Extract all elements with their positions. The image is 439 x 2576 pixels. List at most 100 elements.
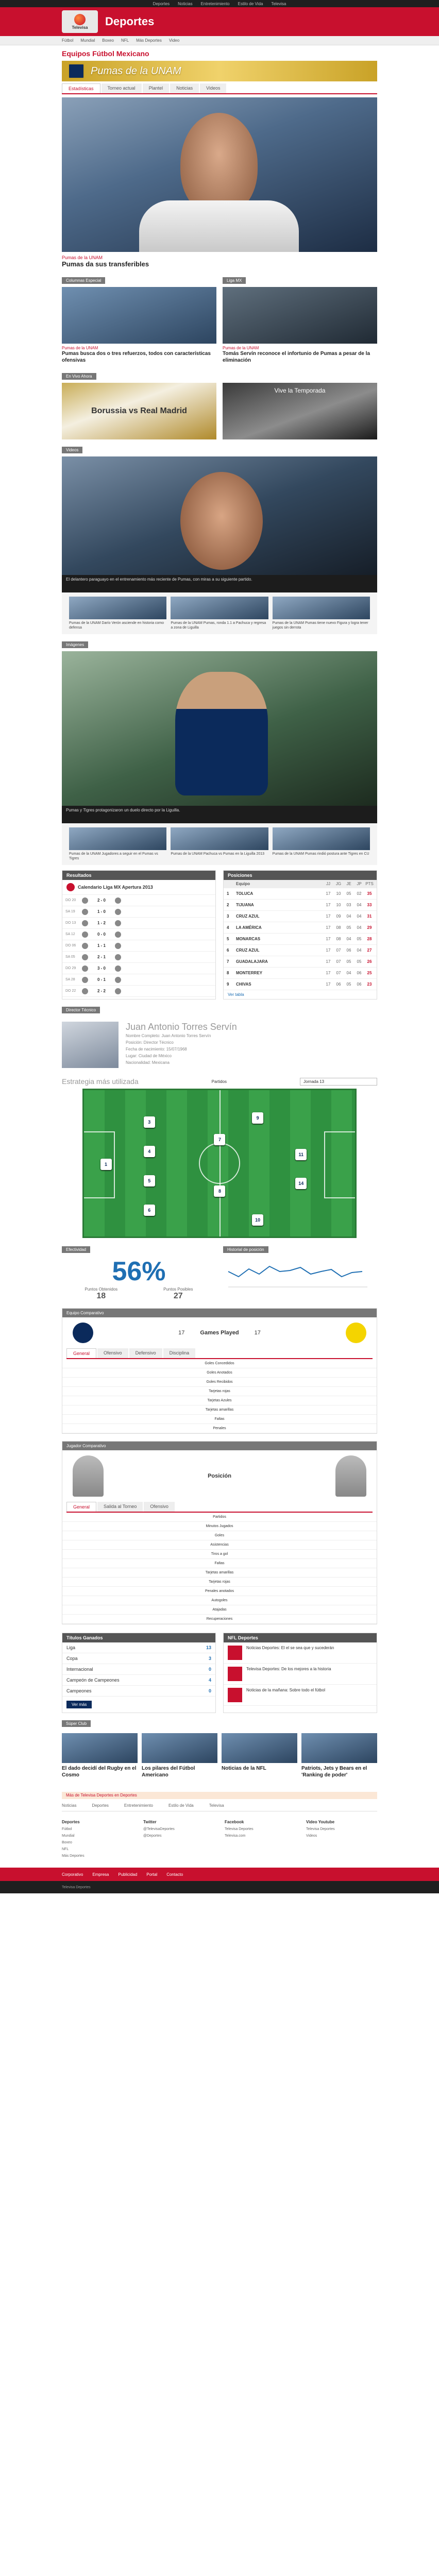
- standings-row[interactable]: 3 CRUZ AZUL 17 09 04 04 31: [224, 911, 377, 922]
- player-marker[interactable]: 11: [295, 1148, 307, 1160]
- tab-offensive[interactable]: Ofensivo: [97, 1348, 128, 1358]
- video-thumb[interactable]: Pumas de la UNAM Pumas, ronda 1.1 a Pach…: [171, 597, 268, 630]
- player-marker[interactable]: 3: [143, 1116, 155, 1128]
- standings-row[interactable]: 2 TIJUANA 17 10 03 04 33: [224, 900, 377, 911]
- tab-roster[interactable]: Plantel: [142, 83, 170, 93]
- news-item[interactable]: Televisa Deportes: De los mejores a la h…: [224, 1664, 377, 1685]
- matchday-select[interactable]: Jornada 13: [300, 1077, 377, 1086]
- footer-link[interactable]: Televisa Deportes: [225, 1827, 254, 1831]
- top-link[interactable]: Entretenimiento: [201, 2, 230, 6]
- player-marker[interactable]: 1: [100, 1159, 112, 1171]
- america-crest[interactable]: [346, 1323, 366, 1343]
- video-player[interactable]: [62, 456, 377, 575]
- tab-tournament[interactable]: Torneo actual: [101, 83, 142, 93]
- footer-link[interactable]: NFL: [62, 1848, 69, 1851]
- news-item[interactable]: Noticias de la mañana: Sobre todo el fút…: [224, 1685, 377, 1706]
- promo-banner[interactable]: Borussia vs Real Madrid: [62, 383, 216, 439]
- top-link[interactable]: Deportes: [153, 2, 170, 6]
- story-section[interactable]: Pumas de la UNAM: [62, 255, 377, 260]
- nav-item[interactable]: Mundial: [80, 38, 95, 43]
- footer-link[interactable]: Televisa Deportes: [306, 1827, 335, 1831]
- video-thumb[interactable]: Pumas de la UNAM Pumas tiene nuevo Figur…: [272, 597, 370, 630]
- match-row[interactable]: DO 22 2 - 2: [62, 986, 215, 997]
- standings-row[interactable]: 9 CHIVAS 17 06 05 06 23: [224, 979, 377, 990]
- match-row[interactable]: DO 06 1 - 1: [62, 940, 215, 952]
- story-section[interactable]: Pumas de la UNAM: [223, 346, 377, 350]
- standings-row[interactable]: 1 TOLUCA 17 10 05 02 35: [224, 888, 377, 900]
- full-table-link[interactable]: Ver tabla: [224, 990, 377, 999]
- nav-item[interactable]: NFL: [121, 38, 129, 43]
- standings-row[interactable]: 7 GUADALAJARA 17 07 05 05 26: [224, 956, 377, 968]
- player-marker[interactable]: 9: [252, 1112, 264, 1124]
- footer-link[interactable]: Corporativo: [62, 1872, 83, 1877]
- nav-item[interactable]: Fútbol: [62, 38, 73, 43]
- video-thumb[interactable]: Pumas de la UNAM Darío Verón asciende en…: [69, 597, 167, 630]
- standings-row[interactable]: 5 MONARCAS 17 08 04 05 28: [224, 934, 377, 945]
- televisa-logo[interactable]: Televisa: [62, 10, 98, 33]
- match-row[interactable]: SA 19 1 - 0: [62, 906, 215, 918]
- story-image[interactable]: [223, 287, 377, 344]
- standings-row[interactable]: 8 MONTERREY 17 07 04 06 25: [224, 968, 377, 979]
- player-marker[interactable]: 4: [143, 1145, 155, 1157]
- footer-link[interactable]: @Deportes: [143, 1834, 162, 1838]
- top-link[interactable]: Noticias: [178, 2, 192, 6]
- footer-link[interactable]: Televisa.com: [225, 1834, 245, 1838]
- tab-discipline[interactable]: Disciplina: [163, 1348, 196, 1358]
- top-link[interactable]: Estilo de Vida: [238, 2, 263, 6]
- nav-item[interactable]: Más Deportes: [136, 38, 162, 43]
- match-row[interactable]: SA 05 2 - 1: [62, 952, 215, 963]
- footer-link[interactable]: Fútbol: [62, 1827, 72, 1831]
- story-image[interactable]: [62, 287, 216, 344]
- player-silhouette[interactable]: [335, 1455, 366, 1497]
- match-row[interactable]: DO 13 1 - 2: [62, 918, 215, 929]
- super-item[interactable]: Los pilares del Fútbol Americano: [142, 1733, 217, 1785]
- story-headline[interactable]: Pumas busca dos o tres refuerzos, todos …: [62, 350, 216, 364]
- super-item[interactable]: Noticias de la NFL: [222, 1733, 297, 1785]
- match-row[interactable]: SA 28 0 - 1: [62, 974, 215, 986]
- gallery-thumb[interactable]: Pumas de la UNAM Pachuca vs Pumas en la …: [171, 827, 268, 861]
- tab-stats[interactable]: Estadísticas: [62, 83, 100, 93]
- player-marker[interactable]: 6: [143, 1204, 155, 1216]
- story-headline[interactable]: Tomás Servín reconoce el infortunio de P…: [223, 350, 377, 364]
- gallery-thumb[interactable]: Pumas de la UNAM Jugadores a seguir en e…: [69, 827, 167, 861]
- gallery-main[interactable]: [62, 651, 377, 806]
- player-marker[interactable]: 8: [214, 1185, 226, 1197]
- story-headline[interactable]: Pumas da sus transferibles: [62, 260, 377, 268]
- footer-link[interactable]: Mundial: [62, 1834, 75, 1838]
- player-marker[interactable]: 14: [295, 1178, 307, 1190]
- nav-item[interactable]: Video: [169, 38, 179, 43]
- footer-link[interactable]: Empresa: [92, 1872, 109, 1877]
- footer-link[interactable]: Portal: [146, 1872, 157, 1877]
- footer-link[interactable]: Boxeo: [62, 1841, 72, 1844]
- footer-nav-item[interactable]: Deportes: [92, 1803, 108, 1808]
- tab-general[interactable]: General: [66, 1348, 97, 1358]
- gallery-thumb[interactable]: Pumas de la UNAM Pumas rindió postura an…: [272, 827, 370, 861]
- main-story-image[interactable]: [62, 97, 377, 252]
- match-row[interactable]: DO 29 3 - 0: [62, 963, 215, 974]
- footer-link[interactable]: Contacto: [166, 1872, 183, 1877]
- player-marker[interactable]: 5: [143, 1175, 155, 1187]
- footer-link[interactable]: Más Deportes: [62, 1854, 85, 1858]
- footer-nav-item[interactable]: Entretenimiento: [124, 1803, 153, 1808]
- tab-videos[interactable]: Videos: [200, 83, 227, 93]
- player-marker[interactable]: 10: [252, 1214, 264, 1226]
- footer-link[interactable]: Videos: [306, 1834, 317, 1838]
- pumas-crest[interactable]: [73, 1323, 93, 1343]
- more-button[interactable]: Ver más: [66, 1701, 92, 1708]
- news-item[interactable]: Noticias Deportes: El el se sea que y su…: [224, 1642, 377, 1664]
- standings-row[interactable]: 4 LA AMÉRICA 17 08 05 04 29: [224, 922, 377, 934]
- story-section[interactable]: Pumas de la UNAM: [62, 346, 216, 350]
- tab-defensive[interactable]: Defensivo: [129, 1348, 162, 1358]
- notice-bar[interactable]: Más de Televisa Deportes en Deportes: [62, 1792, 377, 1799]
- super-item[interactable]: El dado decidí del Rugby en el Cosmo: [62, 1733, 138, 1785]
- match-row[interactable]: DO 20 2 - 0: [62, 895, 215, 906]
- footer-link[interactable]: @TelevisaDeportes: [143, 1827, 175, 1831]
- super-item[interactable]: Patriots, Jets y Bears en el 'Ranking de…: [301, 1733, 377, 1785]
- top-link[interactable]: Televisa: [271, 2, 286, 6]
- promo-banner[interactable]: Vive la Temporada: [223, 383, 377, 439]
- footer-link[interactable]: Publicidad: [118, 1872, 137, 1877]
- standings-row[interactable]: 6 CRUZ AZUL 17 07 06 04 27: [224, 945, 377, 956]
- footer-nav-item[interactable]: Televisa: [209, 1803, 224, 1808]
- tab-news[interactable]: Noticias: [170, 83, 199, 93]
- match-row[interactable]: SA 12 0 - 0: [62, 929, 215, 940]
